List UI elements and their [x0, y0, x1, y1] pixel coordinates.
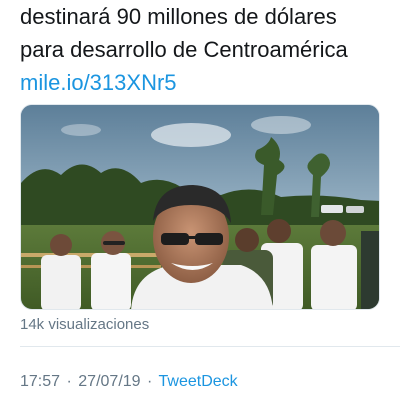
divider	[20, 346, 400, 347]
video-thumbnail	[21, 105, 379, 309]
video-player[interactable]	[20, 104, 380, 310]
tweet-time[interactable]: 17:57	[20, 373, 60, 390]
tweet-date[interactable]: 27/07/19	[78, 373, 140, 390]
tweet-link[interactable]: mile.io/313XNr5	[20, 66, 390, 99]
tweet-meta: 17:57 · 27/07/19 · TweetDeck	[20, 373, 238, 391]
meta-separator: ·	[66, 373, 72, 390]
tweet-text: destinará 90 millones de dólares para de…	[20, 0, 390, 99]
tweet-text-line-2: para desarrollo de Centroamérica	[20, 37, 348, 62]
view-count: 14k visualizaciones	[20, 316, 150, 333]
meta-separator-2: ·	[147, 373, 153, 390]
tweet-source-link[interactable]: TweetDeck	[159, 373, 238, 390]
tweet-text-line-1: destinará 90 millones de dólares	[20, 4, 337, 29]
